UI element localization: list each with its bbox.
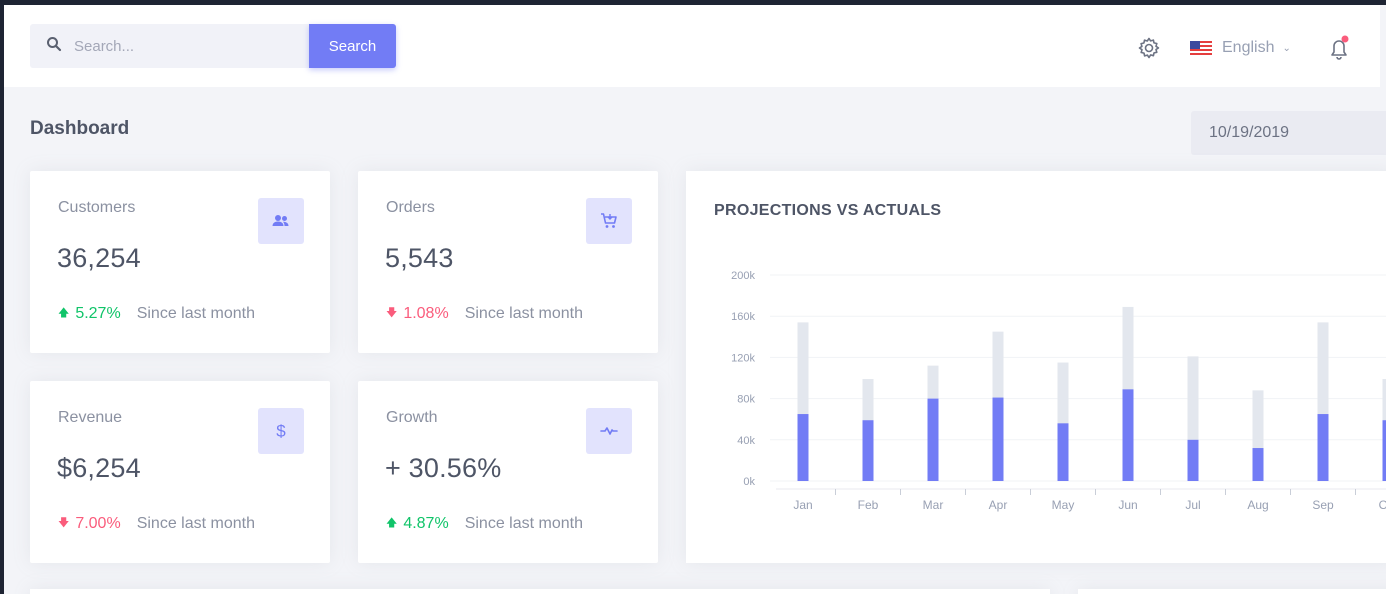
stat-card-revenue: Revenue $ $6,254 🡇 7.00% Since last mont… xyxy=(30,381,330,563)
language-selector[interactable]: English ⌄ xyxy=(1190,38,1291,58)
actual-bar xyxy=(992,397,1004,481)
bell-icon[interactable] xyxy=(1326,33,1352,63)
arrow-up-icon: 🡅 xyxy=(386,517,398,529)
stat-card-customers: Customers 36,254 🡅 5.27% Since last mont… xyxy=(30,171,330,353)
actual-bar xyxy=(927,398,939,481)
gear-icon[interactable] xyxy=(1137,36,1161,60)
bottom-card-right xyxy=(1078,589,1386,594)
pulse-icon xyxy=(586,408,632,454)
trend-since: Since last month xyxy=(136,304,255,322)
search-input[interactable] xyxy=(74,37,274,55)
x-tick-label: May xyxy=(1052,498,1075,512)
trend-percent: 7.00% xyxy=(75,514,121,532)
trend-percent: 1.08% xyxy=(403,304,449,322)
stat-trend: 🡅 5.27% Since last month xyxy=(58,304,255,323)
topbar: Search English ⌄ xyxy=(4,5,1380,87)
actual-bar xyxy=(1187,439,1199,481)
y-tick-label: 40k xyxy=(737,435,755,447)
trend-since: Since last month xyxy=(464,514,583,532)
x-tick-label: Oct xyxy=(1379,498,1386,512)
stat-value: + 30.56% xyxy=(385,453,502,483)
y-tick-label: 200k xyxy=(731,270,755,282)
projections-chart-card: PROJECTIONS VS ACTUALS 200k 160k 120k 80k 40… xyxy=(686,171,1386,563)
x-tick-label: Jan xyxy=(793,498,812,512)
x-tick-label: Aug xyxy=(1247,498,1268,512)
svg-text:$: $ xyxy=(276,422,286,441)
trend-since: Since last month xyxy=(464,304,583,322)
x-tick-label: Jul xyxy=(1185,498,1200,512)
y-tick-label: 80k xyxy=(737,394,755,406)
stat-value: 5,543 xyxy=(385,243,454,273)
page-title: Dashboard xyxy=(30,118,130,139)
chevron-down-icon: ⌄ xyxy=(1282,42,1291,54)
x-tick-label: Mar xyxy=(923,498,944,512)
us-flag-icon xyxy=(1190,41,1212,55)
language-label: English xyxy=(1222,39,1275,56)
trend-percent: 5.27% xyxy=(75,304,121,322)
stat-label: Customers xyxy=(58,199,136,216)
x-tick-label: Apr xyxy=(989,498,1008,512)
actual-bar xyxy=(1252,448,1264,481)
x-tick-label: Feb xyxy=(858,498,879,512)
actual-bar xyxy=(1382,420,1386,481)
trend-since: Since last month xyxy=(136,514,255,532)
stat-value: 36,254 xyxy=(57,243,141,273)
arrow-down-icon: 🡇 xyxy=(58,517,70,529)
date-picker[interactable]: 10/19/2019 xyxy=(1191,111,1386,155)
actual-bar xyxy=(862,420,874,481)
actual-bar xyxy=(1057,423,1069,481)
stat-card-orders: Orders 5,543 🡇 1.08% Since last month xyxy=(358,171,658,353)
x-tick-label: Jun xyxy=(1118,498,1137,512)
search-button[interactable]: Search xyxy=(309,24,396,68)
y-tick-label: 120k xyxy=(731,352,755,364)
projections-chart: 200k 160k 120k 80k 40k 0k Jan Feb Mar Apr May Jun Ju… xyxy=(731,270,1386,512)
actual-bar xyxy=(1317,414,1329,481)
stat-trend: 🡇 7.00% Since last month xyxy=(58,514,255,533)
search-icon xyxy=(46,36,62,57)
arrow-down-icon: 🡇 xyxy=(386,307,398,319)
stat-label: Revenue xyxy=(58,409,123,426)
trend-percent: 4.87% xyxy=(403,514,449,532)
cart-icon xyxy=(586,198,632,244)
actual-bar xyxy=(797,414,809,481)
users-icon xyxy=(258,198,304,244)
date-value: 10/19/2019 xyxy=(1209,124,1290,141)
arrow-up-icon: 🡅 xyxy=(58,307,70,319)
search-form: Search xyxy=(30,24,396,68)
dollar-icon: $ xyxy=(258,408,304,454)
bottom-card-left xyxy=(30,589,1050,594)
y-tick-label: 0k xyxy=(743,476,755,488)
stat-trend: 🡅 4.87% Since last month xyxy=(386,514,583,533)
stat-label: Orders xyxy=(386,199,435,216)
stat-label: Growth xyxy=(386,409,438,426)
stat-value: $6,254 xyxy=(57,453,141,483)
actual-bar xyxy=(1122,389,1134,481)
x-tick-label: Sep xyxy=(1312,498,1334,512)
y-tick-label: 160k xyxy=(731,311,755,323)
stat-trend: 🡇 1.08% Since last month xyxy=(386,304,583,323)
stat-card-growth: Growth + 30.56% 🡅 4.87% Since last month xyxy=(358,381,658,563)
app-window: Search English ⌄ Dashboard 10/19/2019 Cu… xyxy=(4,5,1386,594)
search-box[interactable] xyxy=(30,24,309,68)
